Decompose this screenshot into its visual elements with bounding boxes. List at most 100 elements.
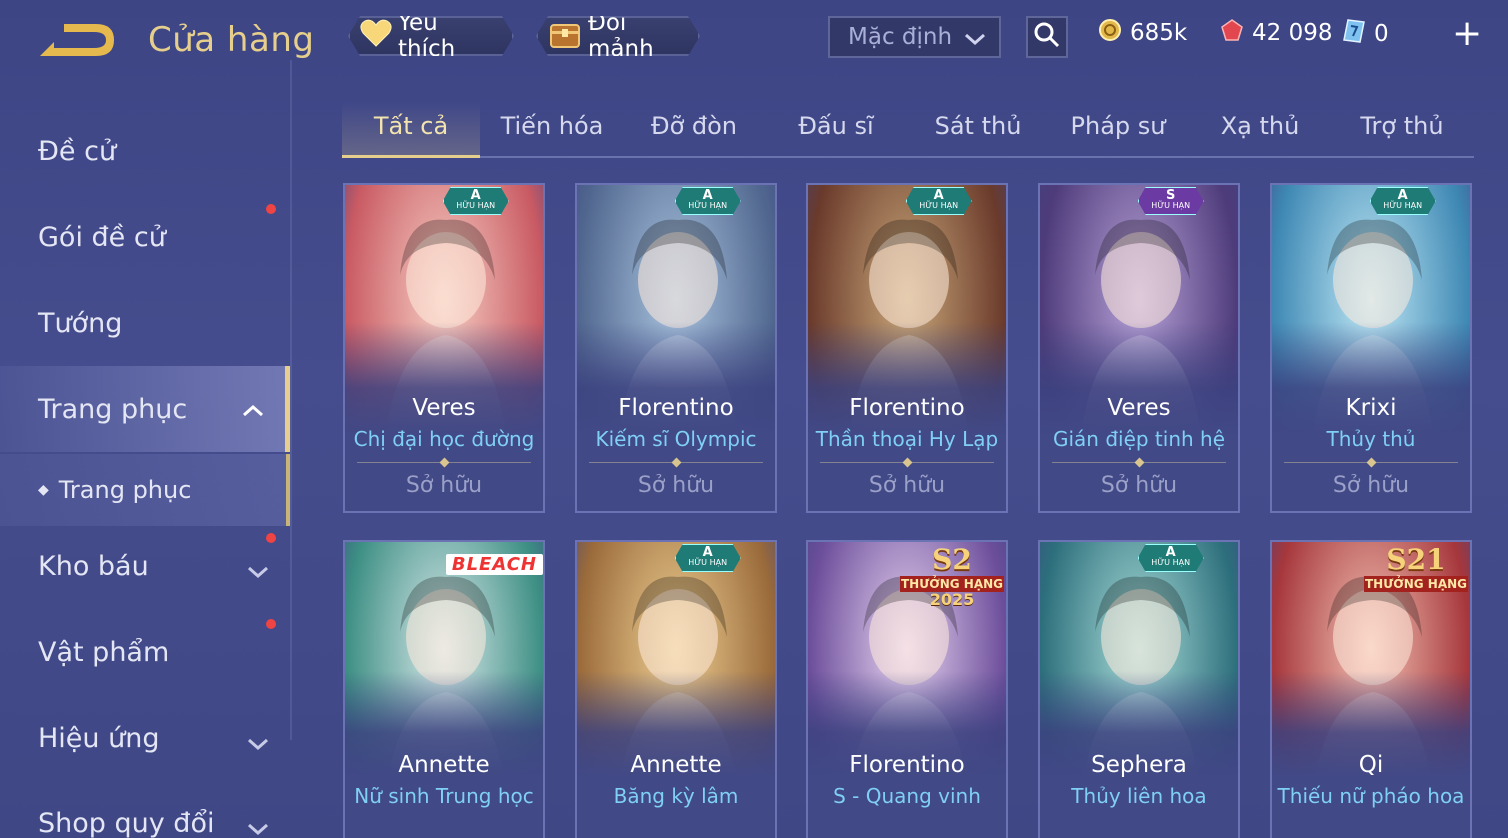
skin-card[interactable]: A HỮU HẠN Annette Băng kỳ lâm xyxy=(575,540,777,838)
skin-card[interactable]: A HỮU HẠN Florentino Kiếm sĩ Olympic Sở hữu xyxy=(575,183,777,513)
sidebar-subitem-skins[interactable]: ◆ Trang phục xyxy=(0,454,290,526)
ownership-status: Sở hữu xyxy=(1100,473,1178,498)
badge-text: HỮU HẠN xyxy=(688,201,728,210)
notification-dot xyxy=(266,204,276,214)
chevron-down-icon xyxy=(963,28,987,54)
favorite-button[interactable]: Yêu thích xyxy=(348,16,514,56)
skin-name: Thần thoại Hy Lạp xyxy=(815,427,999,451)
notification-dot xyxy=(266,533,276,543)
skin-name: Kiếm sĩ Olympic xyxy=(595,427,757,451)
limited-badge: A HỮU HẠN xyxy=(1369,187,1436,215)
skin-card[interactable]: S21 THƯỞNG HẠNG Qi Thiếu nữ pháo hoa xyxy=(1270,540,1472,838)
skin-card[interactable]: BLEACH Annette Nữ sinh Trung học xyxy=(343,540,545,838)
tab-all[interactable]: Tất cả xyxy=(342,112,480,140)
skin-card[interactable]: A HỮU HẠN Krixi Thủy thủ Sở hữu xyxy=(1270,183,1472,513)
season-number: S2 xyxy=(932,543,972,576)
gold-coin-icon xyxy=(1098,18,1122,48)
sidebar-item-treasure[interactable]: Kho báu xyxy=(0,523,290,609)
sidebar-item-exchange-shop[interactable]: Shop quy đổi xyxy=(0,780,290,838)
exchange-fragments-button[interactable]: Đổi mảnh xyxy=(536,16,700,56)
limited-badge: A HỮU HẠN xyxy=(442,187,509,215)
tab-tank[interactable]: Đỡ đòn xyxy=(624,112,764,140)
hero-name: Veres xyxy=(1107,395,1171,421)
ownership-status: Sở hữu xyxy=(637,473,715,498)
ruby-balance: 42 098 xyxy=(1220,18,1332,48)
tab-mage[interactable]: Pháp sư xyxy=(1048,112,1188,140)
limited-badge: A HỮU HẠN xyxy=(674,187,741,215)
collab-logo: BLEACH xyxy=(445,554,543,575)
badge-text: HỮU HẠN xyxy=(456,201,496,210)
tab-marksman[interactable]: Xạ thủ xyxy=(1190,112,1330,140)
hero-name: Annette xyxy=(398,752,490,778)
badge-text: HỮU HẠN xyxy=(688,558,728,567)
skin-card[interactable]: A HỮU HẠN Veres Chị đại học đường Sở hữu xyxy=(343,183,545,513)
sort-dropdown[interactable]: Mặc định xyxy=(828,16,1001,58)
skin-card[interactable]: A HỮU HẠN Sephera Thủy liên hoa xyxy=(1038,540,1240,838)
diamond-bullet-icon: ◆ xyxy=(38,482,49,498)
season-reward-badge: S2 THƯỞNG HẠNG 2025 xyxy=(900,546,1004,608)
hero-name: Florentino xyxy=(849,752,965,778)
sidebar-item-label: Tướng xyxy=(38,307,123,339)
category-tabs: Tất cả Tiến hóa Đỡ đòn Đấu sĩ Sát thủ Ph… xyxy=(342,100,1474,158)
gold-balance: 685k xyxy=(1098,18,1187,48)
skin-card[interactable]: S2 THƯỞNG HẠNG 2025 Florentino S - Quang vin… xyxy=(806,540,1008,838)
hero-name: Sephera xyxy=(1091,752,1187,778)
heart-icon xyxy=(360,19,392,53)
hero-name: Florentino xyxy=(618,395,734,421)
sidebar-item-label: Vật phẩm xyxy=(38,636,170,668)
tab-support[interactable]: Trợ thủ xyxy=(1332,112,1472,140)
sidebar-item-effects[interactable]: Hiệu ứng xyxy=(0,695,290,781)
season-reward-badge: S21 THƯỞNG HẠNG xyxy=(1364,546,1468,592)
season-number: S21 xyxy=(1386,543,1446,576)
skin-name: Băng kỳ lâm xyxy=(613,784,739,808)
skin-name: Thủy liên hoa xyxy=(1071,784,1207,808)
limited-badge: A HỮU HẠN xyxy=(674,544,741,572)
hero-name: Krixi xyxy=(1345,395,1397,421)
notification-dot xyxy=(266,619,276,629)
add-currency-button[interactable]: + xyxy=(1452,16,1482,52)
tab-evolution[interactable]: Tiến hóa xyxy=(482,112,622,140)
skin-name: Gián điệp tinh hệ xyxy=(1052,427,1226,451)
exchange-label: Đổi mảnh xyxy=(588,10,654,62)
chevron-up-icon xyxy=(241,396,265,427)
hero-name: Qi xyxy=(1358,752,1384,778)
back-arrow-icon[interactable] xyxy=(36,18,118,64)
search-button[interactable] xyxy=(1026,16,1068,58)
favorite-label: Yêu thích xyxy=(398,10,456,62)
skin-card[interactable]: S HỮU HẠN Veres Gián điệp tinh hệ Sở hữu xyxy=(1038,183,1240,513)
badge-text: HỮU HẠN xyxy=(1383,201,1423,210)
sidebar-divider xyxy=(290,60,292,740)
sidebar-item-heroes[interactable]: Tướng xyxy=(0,280,290,366)
sidebar: Đề cử Gói đề cử Tướng Trang phục ◆ Trang… xyxy=(0,100,292,838)
skin-name: Chị đại học đường xyxy=(353,427,535,451)
chevron-down-icon xyxy=(246,557,270,588)
skin-card[interactable]: A HỮU HẠN Florentino Thần thoại Hy Lạp Sở hữ… xyxy=(806,183,1008,513)
sidebar-item-label: Đề cử xyxy=(38,135,117,167)
ruby-amount: 42 098 xyxy=(1252,20,1333,46)
season-year: 2025 xyxy=(929,590,975,609)
ruby-icon xyxy=(1220,18,1244,48)
sidebar-item-label: Shop quy đổi xyxy=(38,807,215,838)
tab-assassin[interactable]: Sát thủ xyxy=(908,112,1048,140)
sidebar-item-label: Gói đề cử xyxy=(38,221,166,253)
ownership-status: Sở hữu xyxy=(868,473,946,498)
hero-name: Veres xyxy=(412,395,476,421)
search-icon xyxy=(1033,21,1061,53)
skin-name: Thủy thủ xyxy=(1326,427,1416,451)
gem-balance: 0 xyxy=(1342,18,1389,50)
sidebar-item-skins[interactable]: Trang phục xyxy=(0,366,290,452)
gold-amount: 685k xyxy=(1130,20,1188,46)
voucher-gem-icon xyxy=(1342,18,1366,50)
sidebar-item-label: Trang phục xyxy=(38,393,188,425)
sidebar-item-recommended-packs[interactable]: Gói đề cử xyxy=(0,194,290,280)
ownership-status: Sở hữu xyxy=(405,473,483,498)
sidebar-item-label: Kho báu xyxy=(38,550,149,582)
sidebar-item-recommended[interactable]: Đề cử xyxy=(0,108,290,194)
sidebar-subitem-label: Trang phục xyxy=(58,476,192,504)
tab-fighter[interactable]: Đấu sĩ xyxy=(766,112,906,140)
sidebar-item-label: Hiệu ứng xyxy=(38,722,160,754)
limited-badge: A HỮU HẠN xyxy=(1137,544,1204,572)
sort-value: Mặc định xyxy=(848,24,953,50)
sidebar-item-items[interactable]: Vật phẩm xyxy=(0,609,290,695)
chevron-down-icon xyxy=(246,729,270,760)
